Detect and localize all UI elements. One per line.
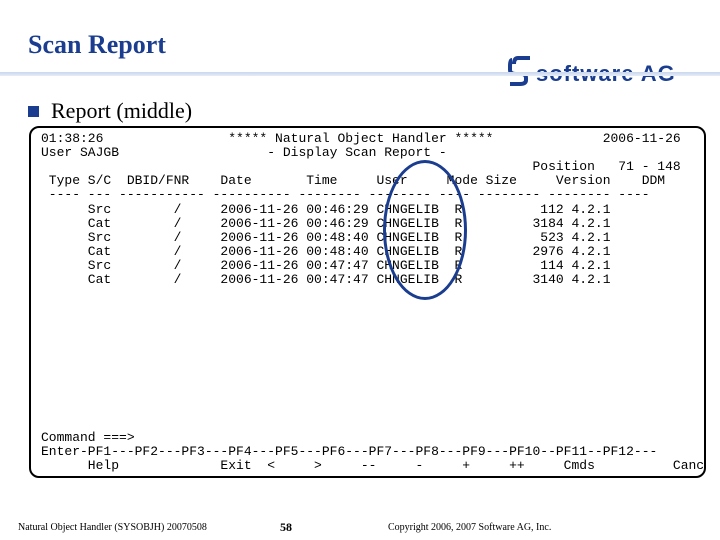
bullet-item: Report (middle)	[28, 98, 192, 124]
page-number: 58	[280, 520, 292, 534]
command-input[interactable]: Command ===>	[41, 431, 135, 445]
footer-left: Natural Object Handler (SYSOBJH) 2007050…	[18, 522, 207, 533]
footer-copyright: Copyright 2006, 2007 Software AG, Inc.	[388, 522, 552, 533]
table-row: Src / 2006-11-26 00:46:29 CHNGELIB R 112…	[41, 202, 611, 217]
terminal-header-line: 01:38:26 ***** Natural Object Handler **…	[41, 131, 681, 146]
software-ag-logo: software AG	[508, 56, 675, 86]
pf-labels-line[interactable]: Help Exit < > -- - + ++ Cmds Canc	[41, 459, 704, 473]
table-row: Cat / 2006-11-26 00:47:47 CHNGELIB R 314…	[41, 272, 611, 287]
bullet-square-icon	[28, 105, 39, 117]
table-separator: ---- --- ----------- ---------- --------…	[41, 187, 650, 202]
bullet-text: Report (middle)	[51, 98, 193, 123]
slide-title: Scan Report	[28, 30, 166, 59]
table-row: Src / 2006-11-26 00:47:47 CHNGELIB R 114…	[41, 258, 611, 273]
title-rule	[0, 72, 720, 76]
table-row: Src / 2006-11-26 00:48:40 CHNGELIB R 523…	[41, 230, 611, 245]
pf-keys-line: Enter-PF1---PF2---PF3---PF4---PF5---PF6-…	[41, 444, 658, 459]
table-header: Type S/C DBID/FNR Date Time User Mode Si…	[41, 173, 666, 188]
table-row: Cat / 2006-11-26 00:46:29 CHNGELIB R 318…	[41, 216, 611, 231]
table-row: Cat / 2006-11-26 00:48:40 CHNGELIB R 297…	[41, 244, 611, 259]
terminal-subtitle-line: User SAJGB - Display Scan Report -	[41, 145, 447, 160]
terminal-position-line: Position 71 - 148	[41, 159, 681, 174]
terminal-screen: 01:38:26 ***** Natural Object Handler **…	[29, 126, 706, 478]
user-column-highlight	[383, 160, 467, 300]
